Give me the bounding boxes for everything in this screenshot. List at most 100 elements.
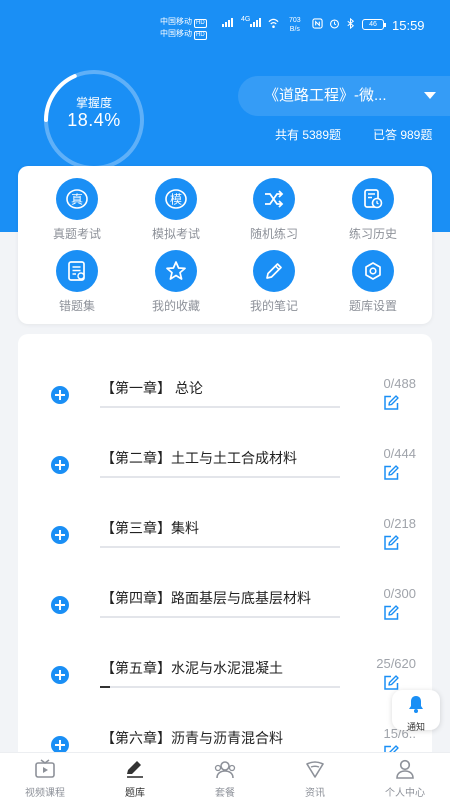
svg-text:真: 真: [71, 193, 83, 207]
chapter-title: 【第三章】集料: [101, 520, 199, 536]
package-icon: [214, 761, 236, 779]
wrong-questions-label: 错题集: [58, 299, 95, 313]
chapter-title: 【第五章】水泥与水泥混凝土: [101, 660, 283, 676]
status-bar: 中国移动 HD 中国移动 HD 4G 703 B/s 46 15:59: [0, 0, 450, 48]
bank-settings-button[interactable]: 题库设置: [324, 250, 422, 314]
chapter-count: 0/218: [383, 516, 416, 531]
tab-package[interactable]: 套餐: [180, 753, 270, 799]
function-grid: 真 真题考试 模 模拟考试 随机练习 练习历史 错题集 我的收藏 我的笔记 题库…: [18, 166, 432, 324]
mastery-label: 掌握度: [75, 96, 112, 110]
nfc-icon: [312, 18, 323, 29]
network-speed: 703 B/s: [289, 17, 301, 33]
bluetooth-icon: [347, 18, 355, 29]
chapter-progress-bar: [100, 476, 340, 478]
chapter-list: 【第一章】 总论 0/488 【第二章】土工与土工合成材料 0/444 【第三章…: [18, 334, 432, 764]
tab-news[interactable]: 资讯: [270, 753, 360, 799]
network-type: 4G: [241, 16, 251, 23]
chapter-item[interactable]: 【第四章】路面基层与底基层材料 0/300: [18, 554, 432, 624]
my-favorites-label: 我的收藏: [151, 299, 200, 313]
real-exam-button[interactable]: 真 真题考试: [28, 178, 126, 242]
chapter-progress-bar: [100, 616, 340, 618]
signal-icon: [250, 18, 261, 27]
signal-icon: [222, 18, 233, 27]
edit-icon[interactable]: [382, 394, 400, 412]
news-icon: [306, 761, 324, 778]
chapter-title: 【第六章】沥青与沥青混合料: [101, 730, 283, 746]
practice-history-label: 练习历史: [348, 227, 397, 241]
total-questions: 共有 5389题: [275, 128, 342, 142]
my-favorites-button[interactable]: 我的收藏: [127, 250, 225, 314]
chapter-progress-bar: [100, 686, 340, 688]
subject-name: 《道路工程》-微...: [264, 87, 387, 104]
chapter-item[interactable]: 【第五章】水泥与水泥混凝土 25/620: [18, 624, 432, 694]
expand-plus-icon[interactable]: [51, 526, 69, 544]
carrier-info: 中国移动 HD 中国移动 HD: [160, 16, 207, 40]
chapter-title: 【第一章】 总论: [101, 380, 203, 396]
real-exam-icon: 真: [56, 178, 98, 220]
subject-selector[interactable]: 《道路工程》-微...: [238, 76, 450, 116]
hd-badge: HD: [194, 31, 207, 40]
tab-question-bank[interactable]: 题库: [90, 753, 180, 799]
edit-icon[interactable]: [382, 534, 400, 552]
answered-questions: 已答 989题: [373, 128, 433, 142]
edit-icon[interactable]: [382, 464, 400, 482]
carrier-1: 中国移动: [160, 17, 192, 26]
notify-label: 通知: [406, 722, 425, 732]
tab-profile[interactable]: 个人中心: [360, 753, 450, 799]
hd-badge: HD: [194, 19, 207, 28]
real-exam-label: 真题考试: [52, 227, 101, 241]
my-notes-label: 我的笔记: [249, 299, 298, 313]
star-icon: [155, 250, 197, 292]
wrong-questions-icon: [56, 250, 98, 292]
tab-label: 题库: [125, 788, 145, 799]
chapter-progress-bar: [100, 546, 340, 548]
wrong-questions-button[interactable]: 错题集: [28, 250, 126, 314]
chapter-item[interactable]: 【第三章】集料 0/218: [18, 484, 432, 554]
tab-label: 套餐: [215, 788, 235, 799]
shuffle-icon: [253, 178, 295, 220]
mock-exam-button[interactable]: 模 模拟考试: [127, 178, 225, 242]
chapter-title: 【第四章】路面基层与底基层材料: [101, 590, 311, 606]
chapter-progress-bar: [100, 406, 340, 408]
edit-icon[interactable]: [382, 604, 400, 622]
random-practice-label: 随机练习: [249, 227, 298, 241]
mock-exam-label: 模拟考试: [151, 227, 200, 241]
bottom-tab-bar: 视频课程 题库 套餐 资讯 个人中心: [0, 752, 450, 800]
chapter-count: 0/300: [383, 586, 416, 601]
history-icon: [352, 178, 394, 220]
bell-icon: [409, 696, 423, 713]
video-icon: [35, 759, 55, 778]
chapter-item[interactable]: 【第一章】 总论 0/488: [18, 344, 432, 414]
tab-video-courses[interactable]: 视频课程: [0, 753, 90, 799]
my-notes-button[interactable]: 我的笔记: [225, 250, 323, 314]
expand-plus-icon[interactable]: [51, 666, 69, 684]
pencil-icon: [253, 250, 295, 292]
settings-icon: [352, 250, 394, 292]
bank-settings-label: 题库设置: [348, 299, 397, 313]
carrier-2: 中国移动: [160, 29, 192, 38]
expand-plus-icon[interactable]: [51, 456, 69, 474]
svg-text:模: 模: [170, 193, 182, 207]
clock: 15:59: [392, 18, 425, 33]
chapter-count: 0/444: [383, 446, 416, 461]
chapter-title: 【第二章】土工与土工合成材料: [101, 450, 297, 466]
chapter-count: 25/620: [376, 656, 416, 671]
expand-plus-icon[interactable]: [51, 596, 69, 614]
profile-icon: [396, 759, 414, 779]
chapter-item[interactable]: 【第二章】土工与土工合成材料 0/444: [18, 414, 432, 484]
expand-plus-icon[interactable]: [51, 386, 69, 404]
notify-button[interactable]: 通知: [392, 690, 440, 732]
tab-label: 个人中心: [385, 788, 425, 799]
wifi-icon: [268, 18, 279, 28]
chevron-down-icon: [424, 92, 436, 99]
question-bank-icon: [127, 761, 143, 778]
tab-label: 资讯: [305, 788, 325, 799]
tab-label: 视频课程: [25, 788, 65, 799]
battery-icon: 46: [362, 19, 386, 30]
practice-history-button[interactable]: 练习历史: [324, 178, 422, 242]
random-practice-button[interactable]: 随机练习: [225, 178, 323, 242]
mastery-value: 18.4%: [67, 110, 121, 130]
mock-exam-icon: 模: [155, 178, 197, 220]
alarm-icon: [330, 19, 339, 29]
chapter-count: 0/488: [383, 376, 416, 391]
